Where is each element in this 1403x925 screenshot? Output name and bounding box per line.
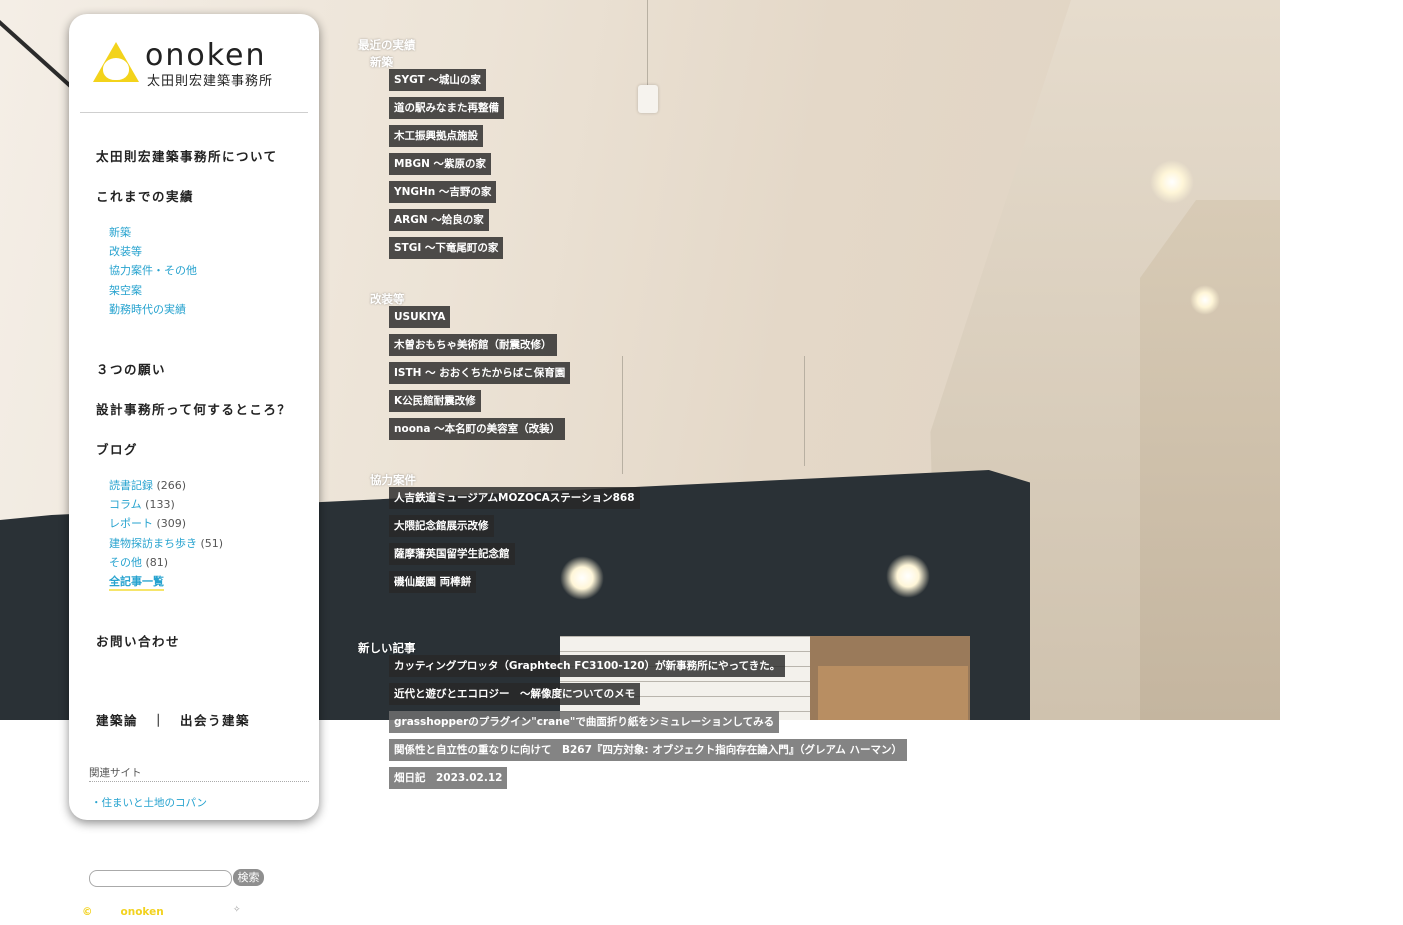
blog-category: その他 (81)	[109, 553, 223, 572]
hero-cord	[647, 0, 648, 88]
blog-category-link[interactable]: 建物探訪まち歩き	[109, 537, 197, 550]
blog-category-count: (51)	[200, 536, 224, 550]
copyright-name: onoken	[120, 906, 164, 918]
site-logo[interactable]: onoken 太田則宏建築事務所	[93, 38, 293, 90]
recent-works-title: 最近の実績	[358, 38, 416, 52]
badge-icon: ✧	[233, 905, 241, 915]
work-item[interactable]: 道の駅みなまた再整備	[389, 97, 504, 119]
hero-tiles	[560, 636, 810, 720]
nav-works-item[interactable]: 協力案件・その他	[109, 261, 197, 280]
all-posts-row: 全記事一覧	[109, 572, 223, 592]
blog-category-link[interactable]: コラム	[109, 498, 142, 511]
work-item[interactable]: K公民館耐震改修	[389, 390, 481, 412]
blog-category-link[interactable]: 読書記録	[109, 479, 153, 492]
nav-works[interactable]: これまでの実績	[96, 186, 194, 205]
search-input[interactable]	[89, 870, 232, 887]
blog-category: 建物探訪まち歩き (51)	[109, 534, 223, 553]
hero-light-glow	[560, 556, 604, 600]
nav-what-is[interactable]: 設計事務所って何するところ？	[96, 399, 291, 418]
search-button[interactable]: 検索	[233, 869, 264, 886]
nav-blog[interactable]: ブログ	[96, 439, 138, 458]
blog-category-link[interactable]: その他	[109, 556, 142, 569]
nav-works-list: 新築 改装等 協力案件・その他 架空案 勤務時代の実績	[109, 223, 197, 319]
nav-works-item[interactable]: 新築	[109, 223, 197, 242]
related-site-link[interactable]: ・住まいと土地のコパン	[91, 795, 207, 810]
work-item[interactable]: 人吉鉄道ミュージアムMOZOCAステーション868	[389, 487, 640, 509]
blog-category-count: (266)	[156, 479, 187, 492]
nav-works-item[interactable]: 架空案	[109, 281, 197, 300]
work-item[interactable]: 木曽おもちゃ美術館（耐震改修）	[389, 334, 557, 356]
related-sites-title: 関連サイト	[89, 765, 309, 782]
work-item[interactable]: SYGT 〜城山の家	[389, 69, 486, 91]
work-item[interactable]: 薩摩藩英国留学生記念館	[389, 543, 515, 565]
renovation-title: 改装等	[370, 292, 405, 306]
nav-works-item[interactable]: 勤務時代の実績	[109, 300, 197, 319]
logo-triangle-hole	[103, 58, 129, 80]
copyright-symbol: ©	[82, 906, 93, 918]
logo-name: onoken	[145, 38, 267, 73]
post-item[interactable]: 近代と遊びとエコロジー 〜解像度についてのメモ	[389, 683, 641, 705]
post-item[interactable]: カッティングプロッタ（Graphtech FC3100-120）が新事務所にやっ…	[389, 655, 786, 677]
work-item[interactable]: 磯仙巌園 両棒餅	[389, 571, 477, 593]
blog-category-count: (309)	[156, 517, 187, 531]
new-build-title: 新築	[370, 55, 393, 69]
hero-light-glow	[1150, 160, 1194, 204]
all-posts-link[interactable]: 全記事一覧	[109, 575, 164, 592]
nav-about[interactable]: 太田則宏建築事務所について	[96, 146, 278, 165]
post-item[interactable]: 畑日記 2023.02.12	[389, 767, 508, 789]
work-item[interactable]: noona 〜本名町の美容室（改装）	[389, 418, 566, 440]
nav-blog-list: 読書記録 (266) コラム (133) レポート (309) 建物探訪まち歩き…	[109, 476, 223, 592]
sidebar-card: onoken 太田則宏建築事務所 太田則宏建築事務所について これまでの実績 新…	[69, 14, 319, 820]
new-posts-title: 新しい記事	[358, 641, 416, 655]
divider	[80, 112, 308, 113]
work-item[interactable]: 木工振興拠点施設	[389, 125, 483, 147]
blog-category: コラム (133)	[109, 495, 223, 514]
work-item[interactable]: ARGN 〜姶良の家	[389, 209, 489, 231]
copyright: © onoken	[82, 906, 164, 918]
hero-light-glow	[1190, 285, 1220, 315]
nav-contact[interactable]: お問い合わせ	[96, 631, 180, 650]
work-item[interactable]: YNGHn 〜吉野の家	[389, 181, 497, 203]
collab-title: 協力案件	[370, 473, 416, 487]
work-item[interactable]: STGI 〜下竜尾町の家	[389, 237, 504, 259]
blog-category-count: (81)	[145, 555, 169, 569]
nav-works-item[interactable]: 改装等	[109, 242, 197, 261]
hero-pendant-light	[638, 85, 658, 113]
work-item[interactable]: MBGN 〜紫原の家	[389, 153, 492, 175]
work-item[interactable]: USUKIYA	[389, 306, 451, 328]
hero-light-glow	[886, 554, 930, 598]
hero-cord	[622, 356, 623, 474]
blog-category-link[interactable]: レポート	[109, 517, 153, 530]
blog-category: レポート (309)	[109, 514, 223, 533]
post-item[interactable]: 関係性と自立性の重なりに向けて B267『四方対象: オブジェクト指向存在論入門…	[389, 739, 907, 761]
work-item[interactable]: ISTH 〜 おおくちたからばこ保育園	[389, 362, 571, 384]
work-item[interactable]: 大隈記念館展示改修	[389, 515, 494, 537]
hero-doorway	[560, 636, 970, 720]
blog-category: 読書記録 (266)	[109, 476, 223, 495]
nav-wishes[interactable]: ３つの願い	[96, 359, 166, 378]
nav-bottom-links[interactable]: 建築論 ｜ 出会う建築	[96, 710, 250, 729]
post-item[interactable]: grasshopperのプラグイン"crane"で曲面折り紙をシミュレーションし…	[389, 711, 780, 733]
hero-window	[818, 666, 968, 720]
logo-subtitle: 太田則宏建築事務所	[147, 74, 274, 89]
hero-cord	[804, 356, 805, 466]
hero-niche	[1140, 200, 1280, 720]
blog-category-count: (133)	[145, 498, 175, 512]
